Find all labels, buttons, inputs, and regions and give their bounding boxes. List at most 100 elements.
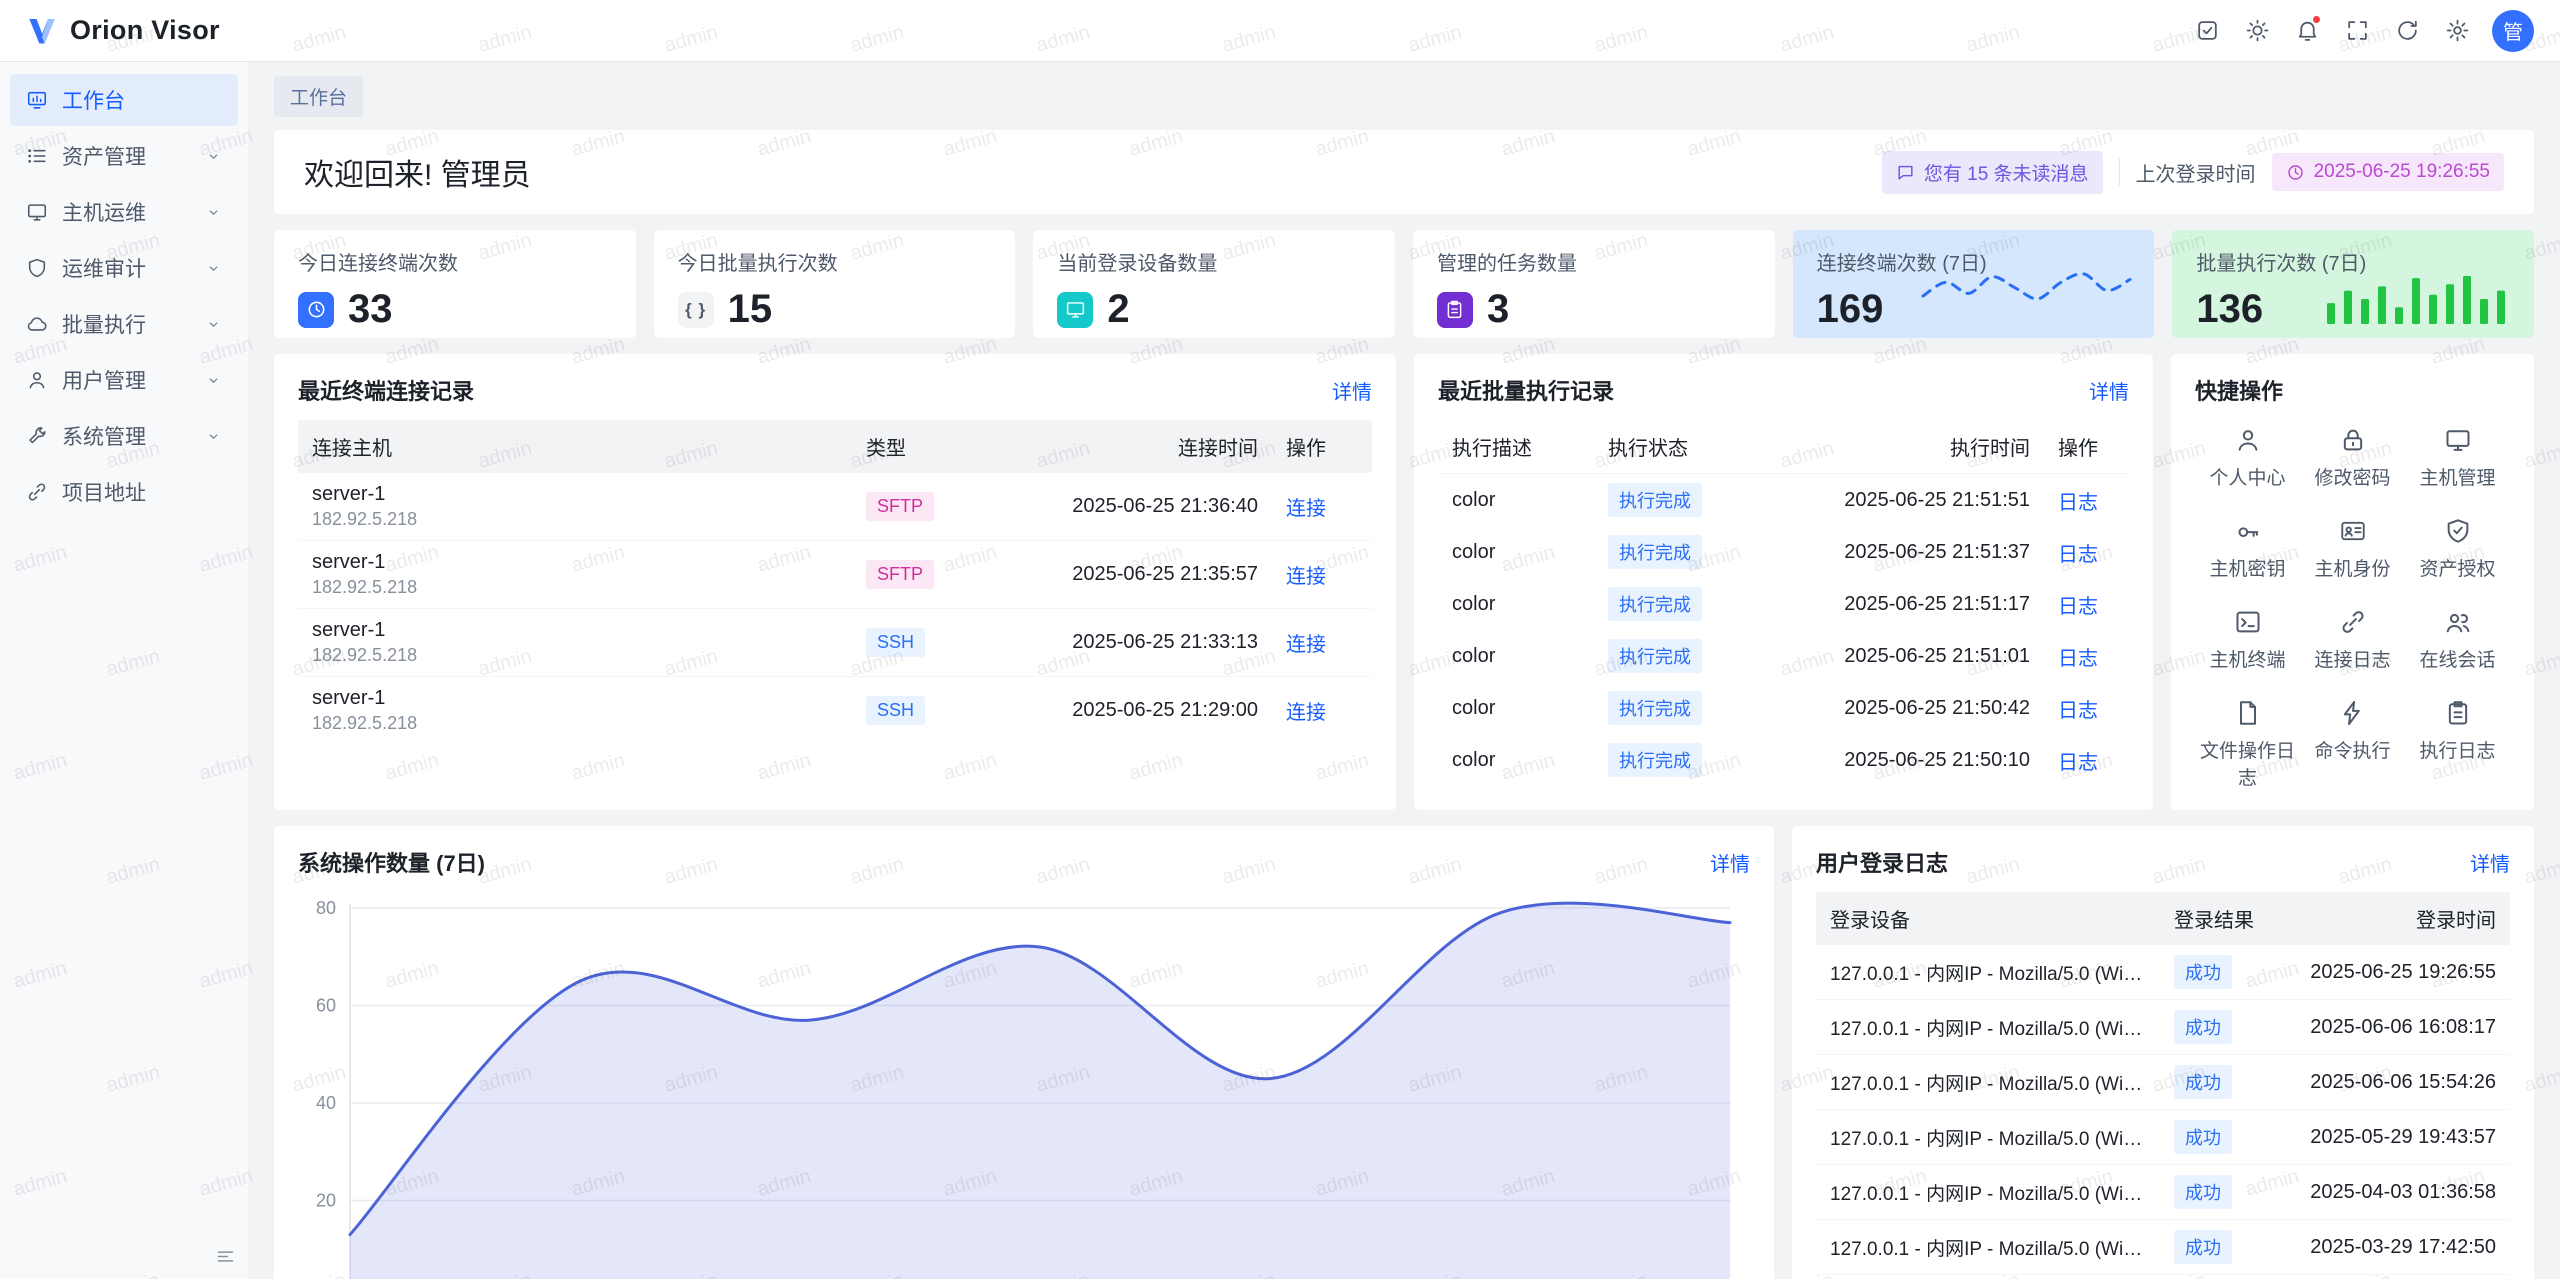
col-type: 类型: [852, 420, 982, 473]
host-ip: 182.92.5.218: [312, 509, 838, 530]
exec-desc: color: [1438, 480, 1594, 521]
stat-card-4: 连接终端次数 (7日)169: [1793, 230, 2155, 338]
panel-title: 最近批量执行记录: [1438, 374, 1614, 406]
unread-messages-badge[interactable]: 您有 15 条未读消息: [1882, 151, 2103, 194]
clock-icon: [298, 292, 334, 328]
sidebar-item-label: 用户管理: [62, 365, 146, 395]
batch-record-row: color执行完成2025-06-25 21:50:42日志: [1438, 682, 2129, 734]
fullscreen-button[interactable]: [2336, 10, 2378, 52]
settings-button[interactable]: [2436, 10, 2478, 52]
sidebar-item-workbench[interactable]: 工作台: [10, 74, 238, 126]
action-cell: 日志: [2044, 633, 2129, 680]
theme-toggle-button[interactable]: [2236, 10, 2278, 52]
host-name: server-1: [312, 687, 838, 710]
theme-toggle-icon: [2245, 18, 2270, 43]
quick-action-7[interactable]: 连接日志: [2300, 608, 2405, 672]
quick-action-11[interactable]: 执行日志: [2405, 699, 2510, 790]
sidebar-item-batch-execute[interactable]: 批量执行: [10, 298, 238, 350]
sidebar-item-host-ops[interactable]: 主机运维: [10, 186, 238, 238]
sidebar-item-ops-audit[interactable]: 运维审计: [10, 242, 238, 294]
breadcrumb-workbench[interactable]: 工作台: [274, 76, 363, 117]
welcome-title: 欢迎回来! 管理员: [304, 150, 531, 194]
result-cell: 成功: [2160, 1000, 2275, 1054]
log-link[interactable]: 日志: [2058, 648, 2098, 670]
quick-action-5[interactable]: 资产授权: [2405, 517, 2510, 581]
quick-action-1[interactable]: 修改密码: [2300, 426, 2405, 490]
connect-link[interactable]: 连接: [1286, 702, 1326, 724]
quick-action-10[interactable]: 命令执行: [2300, 699, 2405, 790]
chevron-down-icon: [205, 204, 222, 221]
result-cell: 成功: [2160, 1110, 2275, 1164]
action-cell: 连接: [1272, 686, 1372, 735]
connect-time: 2025-06-25 21:29:00: [982, 689, 1272, 732]
todo-check-button[interactable]: [2186, 10, 2228, 52]
app-logo[interactable]: Orion Visor: [26, 15, 220, 47]
login-device: 127.0.0.1 - 内网IP - Mozilla/5.0 (Windows …: [1816, 1169, 2160, 1216]
notifications-button[interactable]: [2286, 10, 2328, 52]
sidebar-item-asset-management[interactable]: 资产管理: [10, 130, 238, 182]
log-link[interactable]: 日志: [2058, 596, 2098, 618]
quick-action-3[interactable]: 主机密钥: [2195, 517, 2300, 581]
login-time: 2025-06-06 15:54:26: [2275, 1061, 2510, 1104]
log-link[interactable]: 日志: [2058, 700, 2098, 722]
login-time: 2025-06-06 16:08:17: [2275, 1006, 2510, 1049]
stat-value: 15: [728, 287, 773, 332]
col-status: 执行状态: [1594, 420, 1759, 473]
result-cell: 成功: [2160, 1165, 2275, 1219]
host-name: server-1: [312, 551, 838, 574]
terminal-record-row: server-1182.92.5.218SFTP2025-06-25 21:36…: [298, 473, 1372, 541]
sidebar-item-project-url[interactable]: 项目地址: [10, 466, 238, 518]
stat-card-1: 今日批量执行次数{ }15: [654, 230, 1016, 338]
quick-action-4[interactable]: 主机身份: [2300, 517, 2405, 581]
exec-desc: color: [1438, 532, 1594, 573]
user-avatar[interactable]: 管: [2492, 10, 2534, 52]
log-link[interactable]: 日志: [2058, 492, 2098, 514]
quick-action-9[interactable]: 文件操作日志: [2195, 699, 2300, 790]
log-link[interactable]: 日志: [2058, 752, 2098, 774]
status-cell: 执行完成: [1594, 526, 1759, 578]
list-icon: [26, 145, 48, 167]
connect-time: 2025-06-25 21:35:57: [982, 553, 1272, 596]
login-log-details-link[interactable]: 详情: [2470, 848, 2510, 877]
batch-details-link[interactable]: 详情: [2089, 376, 2129, 405]
quick-actions-grid: 个人中心修改密码主机管理主机密钥主机身份资产授权主机终端连接日志在线会话文件操作…: [2195, 426, 2510, 790]
sidebar-item-system-management[interactable]: 系统管理: [10, 410, 238, 462]
quick-action-8[interactable]: 在线会话: [2405, 608, 2510, 672]
stat-label: 管理的任务数量: [1437, 247, 1751, 276]
exec-desc: color: [1438, 688, 1594, 729]
login-device: 127.0.0.1 - 内网IP - Mozilla/5.0 (Windows …: [1816, 1004, 2160, 1051]
header-right: 管: [2186, 10, 2534, 52]
connect-link[interactable]: 连接: [1286, 498, 1326, 520]
user-icon: [2234, 426, 2262, 454]
sidebar-item-label: 批量执行: [62, 309, 146, 339]
welcome-banner: 欢迎回来! 管理员 您有 15 条未读消息 上次登录时间 2025-06-25 …: [274, 130, 2534, 214]
quick-action-label: 在线会话: [2419, 645, 2495, 672]
header-actions: [2186, 10, 2478, 52]
login-log-row: 127.0.0.1 - 内网IP - Mozilla/5.0 (Windows …: [1816, 1275, 2510, 1279]
host-ip: 182.92.5.218: [312, 577, 838, 598]
clipboard-icon: [2444, 699, 2472, 727]
terminal-details-link[interactable]: 详情: [1332, 376, 1372, 405]
sidebar-collapse-button[interactable]: [215, 1246, 236, 1267]
quick-action-6[interactable]: 主机终端: [2195, 608, 2300, 672]
quick-action-2[interactable]: 主机管理: [2405, 426, 2510, 490]
sidebar-item-user-management[interactable]: 用户管理: [10, 354, 238, 406]
quick-action-label: 主机密钥: [2209, 554, 2285, 581]
log-link[interactable]: 日志: [2058, 544, 2098, 566]
batch-record-row: color执行完成2025-06-25 21:51:01日志: [1438, 630, 2129, 682]
connect-link[interactable]: 连接: [1286, 566, 1326, 588]
cloud-icon: [26, 313, 48, 335]
refresh-button[interactable]: [2386, 10, 2428, 52]
svg-text:40: 40: [316, 1093, 336, 1113]
connect-link[interactable]: 连接: [1286, 634, 1326, 656]
host-cell: server-1182.92.5.218: [298, 677, 852, 744]
quick-action-0[interactable]: 个人中心: [2195, 426, 2300, 490]
notification-dot: [2311, 14, 2322, 25]
exec-time: 2025-06-25 21:51:17: [1759, 584, 2044, 625]
chart-details-link[interactable]: 详情: [1710, 848, 1750, 877]
exec-time: 2025-06-25 21:51:37: [1759, 532, 2044, 573]
link-icon: [2339, 608, 2367, 636]
action-cell: 日志: [2044, 581, 2129, 628]
protocol-type-tag: SFTP: [866, 560, 934, 589]
stat-value: 3: [1487, 287, 1509, 332]
